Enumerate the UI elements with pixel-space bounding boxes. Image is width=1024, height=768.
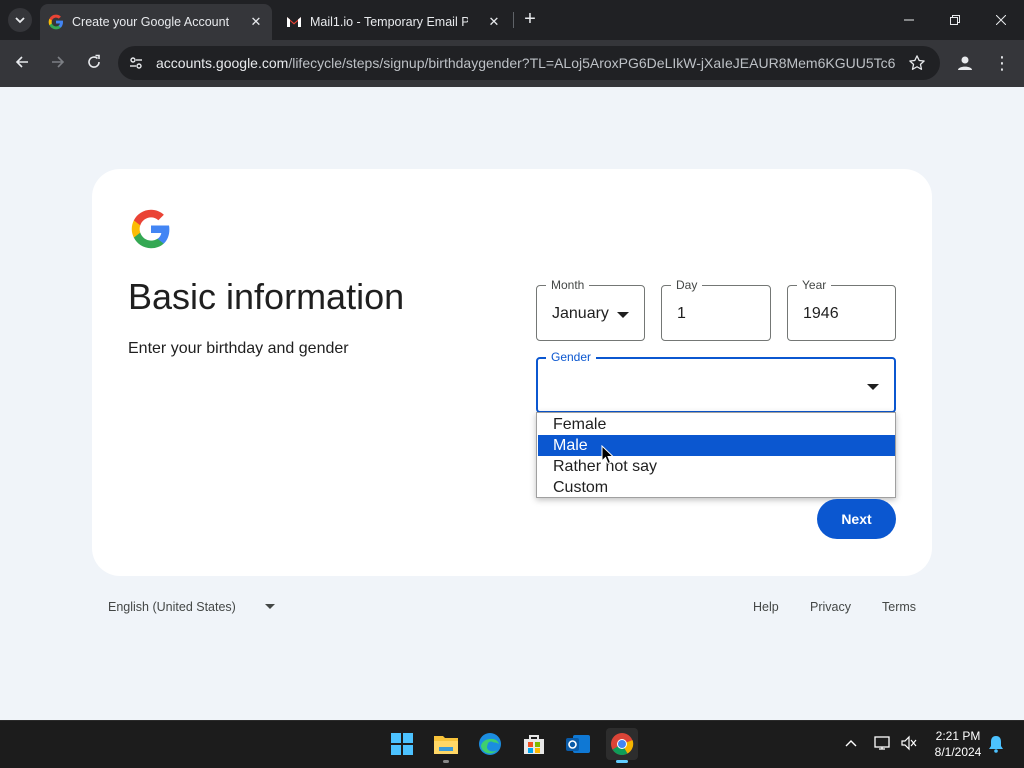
tab-close-icon[interactable]: ✕ <box>248 14 264 30</box>
tab-search-button[interactable] <box>8 8 32 32</box>
url-text[interactable]: accounts.google.com/lifecycle/steps/sign… <box>156 55 896 71</box>
day-label: Day <box>671 277 703 293</box>
footer-link-help[interactable]: Help <box>753 599 779 615</box>
taskbar-outlook[interactable] <box>562 728 594 760</box>
url-path: /lifecycle/steps/signup/birthdaygender?T… <box>288 55 896 71</box>
footer-link-terms[interactable]: Terms <box>882 599 916 615</box>
tab-strip: Create your Google Account ✕ Mail1.io - … <box>0 0 1024 40</box>
arrow-right-icon <box>52 56 65 68</box>
month-select[interactable]: Month January <box>536 277 645 341</box>
gender-option-female[interactable]: Female <box>538 414 895 435</box>
tab-title: Create your Google Account <box>72 15 230 29</box>
year-value: 1946 <box>803 305 839 322</box>
gender-option-custom[interactable]: Custom <box>538 477 895 498</box>
clock-time: 2:21 PM <box>935 729 981 743</box>
file-explorer-icon <box>434 736 458 754</box>
taskbar-edge[interactable] <box>474 728 506 760</box>
reload-button[interactable] <box>80 48 108 76</box>
profile-button[interactable] <box>952 50 978 76</box>
gender-option-male[interactable]: Male <box>538 435 895 456</box>
google-logo-icon <box>131 209 170 249</box>
tab-mail1[interactable]: Mail1.io - Temporary Email Pro ✕ <box>278 4 510 40</box>
google-favicon-icon <box>48 14 63 30</box>
caret-down-icon <box>265 604 275 609</box>
month-value: January <box>552 305 609 322</box>
restore-button[interactable] <box>932 0 978 40</box>
footer-link-privacy[interactable]: Privacy <box>810 599 851 615</box>
chevron-down-icon <box>15 17 25 24</box>
taskbar-store[interactable] <box>518 728 550 760</box>
chevron-up-icon <box>845 740 857 747</box>
bell-icon <box>989 736 1003 753</box>
caret-down-icon <box>867 384 879 390</box>
taskbar-chrome[interactable] <box>606 728 638 763</box>
gmail-favicon-icon <box>287 17 301 27</box>
gender-option-rather-not-say[interactable]: Rather not say <box>538 456 895 477</box>
arrow-left-icon <box>15 56 28 68</box>
tab-divider <box>513 12 514 28</box>
gender-label: Gender <box>546 349 597 365</box>
day-input[interactable]: Day 1 <box>661 277 771 341</box>
new-tab-button[interactable]: + <box>518 8 542 32</box>
next-button[interactable]: Next <box>817 499 896 539</box>
volume-status[interactable] <box>900 735 918 754</box>
windows-taskbar <box>0 720 1024 768</box>
volume-muted-icon <box>901 735 917 751</box>
gender-options-list: Female Male Rather not say Custom <box>536 412 896 498</box>
tab-google-account[interactable]: Create your Google Account ✕ <box>40 4 272 40</box>
restore-icon <box>950 15 960 25</box>
edge-icon <box>479 733 501 755</box>
page-subtitle: Enter your birthday and gender <box>128 340 349 357</box>
close-window-button[interactable] <box>978 0 1024 40</box>
url-host: accounts.google.com <box>156 55 289 71</box>
reload-icon <box>88 54 100 68</box>
site-settings-icon[interactable] <box>128 55 144 71</box>
system-clock[interactable]: 2:21 PM 8/1/2024 <box>920 728 996 760</box>
bookmark-star-icon[interactable] <box>908 54 926 72</box>
start-icon <box>391 733 413 755</box>
network-icon <box>874 736 890 750</box>
tab-title: Mail1.io - Temporary Email Pro <box>310 15 468 29</box>
page-title: Basic information <box>128 276 405 317</box>
year-input[interactable]: Year 1946 <box>787 277 896 341</box>
day-value: 1 <box>677 305 686 322</box>
gender-select[interactable]: Gender <box>536 349 896 413</box>
forward-button[interactable] <box>44 48 72 76</box>
person-icon <box>958 56 972 70</box>
network-status[interactable] <box>874 735 892 754</box>
tab-close-icon[interactable]: ✕ <box>486 14 502 30</box>
caret-down-icon <box>617 312 629 318</box>
browser-toolbar: accounts.google.com/lifecycle/steps/sign… <box>0 40 1024 87</box>
notifications-button[interactable] <box>988 735 1004 756</box>
active-indicator <box>616 760 628 763</box>
month-label: Month <box>546 277 590 293</box>
browser-menu-button[interactable]: ⋮ <box>992 52 1012 74</box>
store-icon <box>524 735 544 754</box>
clock-date: 8/1/2024 <box>934 745 982 759</box>
show-hidden-icons-button[interactable] <box>845 737 857 751</box>
start-button[interactable] <box>386 728 418 760</box>
chrome-icon <box>611 733 634 755</box>
back-button[interactable] <box>8 48 36 76</box>
address-bar[interactable]: accounts.google.com/lifecycle/steps/sign… <box>118 46 940 80</box>
language-selector[interactable]: English (United States) <box>108 599 236 615</box>
minimize-button[interactable] <box>886 0 932 40</box>
taskbar-file-explorer[interactable] <box>430 728 462 763</box>
mouse-cursor-icon <box>601 445 615 465</box>
year-label: Year <box>797 277 832 293</box>
outlook-icon <box>566 735 590 753</box>
close-icon <box>996 15 1006 25</box>
running-indicator <box>443 760 449 763</box>
minimize-icon <box>904 19 914 21</box>
